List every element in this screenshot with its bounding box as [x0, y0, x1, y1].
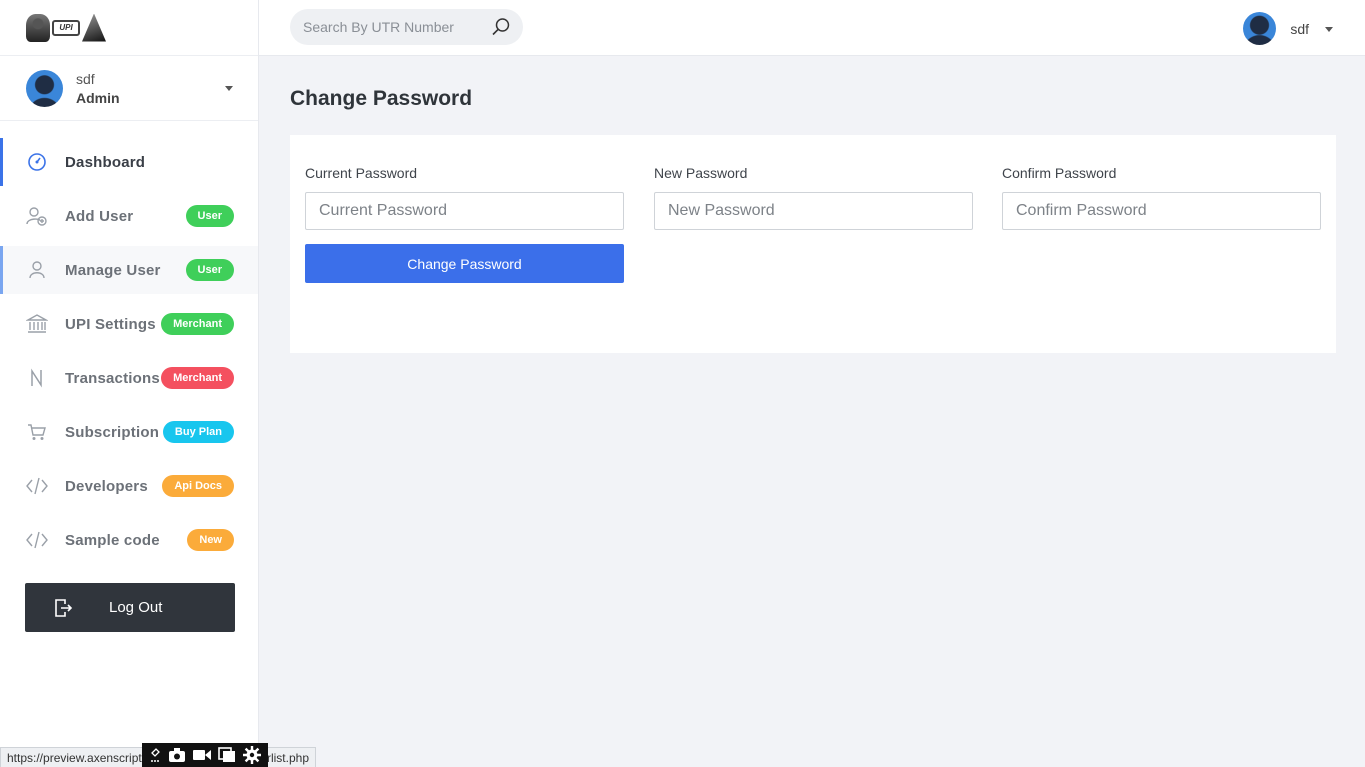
confirm-password-input[interactable] — [1002, 192, 1321, 230]
status-url-start: https://preview.axenscript — [7, 750, 142, 765]
sidebar-item-add-user[interactable]: Add User User — [0, 192, 258, 240]
change-password-button[interactable]: Change Password — [305, 244, 624, 283]
current-password-label: Current Password — [305, 165, 418, 181]
top-user-name: sdf — [1290, 20, 1309, 37]
sidebar-item-dashboard[interactable]: Dashboard — [0, 138, 258, 186]
logout-icon — [53, 598, 73, 618]
status-badge: User — [185, 205, 234, 227]
sidebar-item-subscription[interactable]: Subscription Buy Plan — [0, 408, 258, 456]
status-badge: Api Docs — [162, 475, 234, 497]
sidebar-item-label: Manage User — [65, 261, 161, 279]
brand: UPI — [0, 0, 258, 56]
add-user-icon — [26, 205, 48, 227]
current-password-field: Current Password — [305, 165, 624, 230]
sidebar-user-menu[interactable]: sdf Admin — [0, 56, 258, 121]
bank-icon — [26, 313, 48, 335]
upi-logo-icon: UPI — [52, 19, 80, 36]
speedometer-icon — [26, 151, 48, 173]
logo[interactable]: UPI — [26, 13, 106, 42]
search-input[interactable] — [303, 19, 483, 35]
sidebar-item-label: Developers — [65, 477, 148, 495]
logout-label: Log Out — [109, 599, 163, 616]
status-badge: New — [187, 529, 234, 551]
sidebar-item-sample-code[interactable]: Sample code New — [0, 516, 258, 564]
new-password-label: New Password — [654, 165, 748, 181]
confirm-password-label: Confirm Password — [1002, 165, 1117, 181]
search-icon[interactable] — [491, 17, 511, 37]
status-badge: Buy Plan — [162, 421, 234, 443]
search-box — [290, 9, 523, 45]
sidebar-menu: Dashboard Add User User Manage User User… — [0, 138, 258, 564]
sidebar-item-label: Add User — [65, 207, 134, 225]
new-password-input[interactable] — [654, 192, 973, 230]
top-user-menu[interactable]: sdf — [1243, 12, 1333, 45]
sidebar-item-transactions[interactable]: Transactions Merchant — [0, 354, 258, 402]
current-password-input[interactable] — [305, 192, 624, 230]
link-icon[interactable] — [149, 747, 161, 763]
sidebar-item-label: Subscription — [65, 423, 160, 441]
status-url-end: rlist.php — [266, 750, 309, 765]
avatar — [1243, 12, 1277, 45]
page-title: Change Password — [290, 87, 473, 110]
sidebar-item-label: Transactions — [65, 369, 160, 387]
status-badge: Merchant — [161, 313, 234, 335]
status-badge: User — [185, 259, 234, 281]
deity-silhouette-icon — [82, 13, 106, 42]
logout-button[interactable]: Log Out — [25, 583, 235, 632]
sidebar-item-developers[interactable]: Developers Api Docs — [0, 462, 258, 510]
sidebar-item-label: UPI Settings — [65, 315, 156, 333]
sidebar-item-manage-user[interactable]: Manage User User — [0, 246, 258, 294]
user-icon — [26, 259, 48, 281]
transactions-icon — [26, 367, 48, 389]
sidebar-item-label: Dashboard — [65, 153, 146, 171]
window-icon[interactable] — [218, 747, 236, 763]
sidebar-item-upi-settings[interactable]: UPI Settings Merchant — [0, 300, 258, 348]
deity-logo-icon — [26, 13, 50, 42]
code-icon — [26, 475, 48, 497]
cart-icon — [26, 421, 48, 443]
recorder-toolbar — [142, 743, 268, 767]
confirm-password-field: Confirm Password — [1002, 165, 1321, 230]
avatar — [26, 69, 63, 107]
topbar: sdf — [259, 0, 1365, 56]
change-password-card: Current Password New Password Confirm Pa… — [290, 135, 1336, 353]
video-camera-icon[interactable] — [192, 748, 212, 762]
sidebar-user-name: sdf — [76, 70, 95, 87]
camera-icon[interactable] — [168, 747, 186, 763]
status-badge: Merchant — [161, 367, 234, 389]
sidebar-item-label: Sample code — [65, 531, 160, 549]
new-password-field: New Password — [654, 165, 973, 230]
sidebar-user-role: Admin — [76, 89, 120, 106]
caret-down-icon — [225, 86, 233, 91]
code-icon — [26, 529, 48, 551]
sidebar: UPI sdf Admin Dashboard Add User User Ma… — [0, 0, 259, 767]
caret-down-icon — [1325, 27, 1333, 32]
gear-icon[interactable] — [242, 746, 261, 764]
